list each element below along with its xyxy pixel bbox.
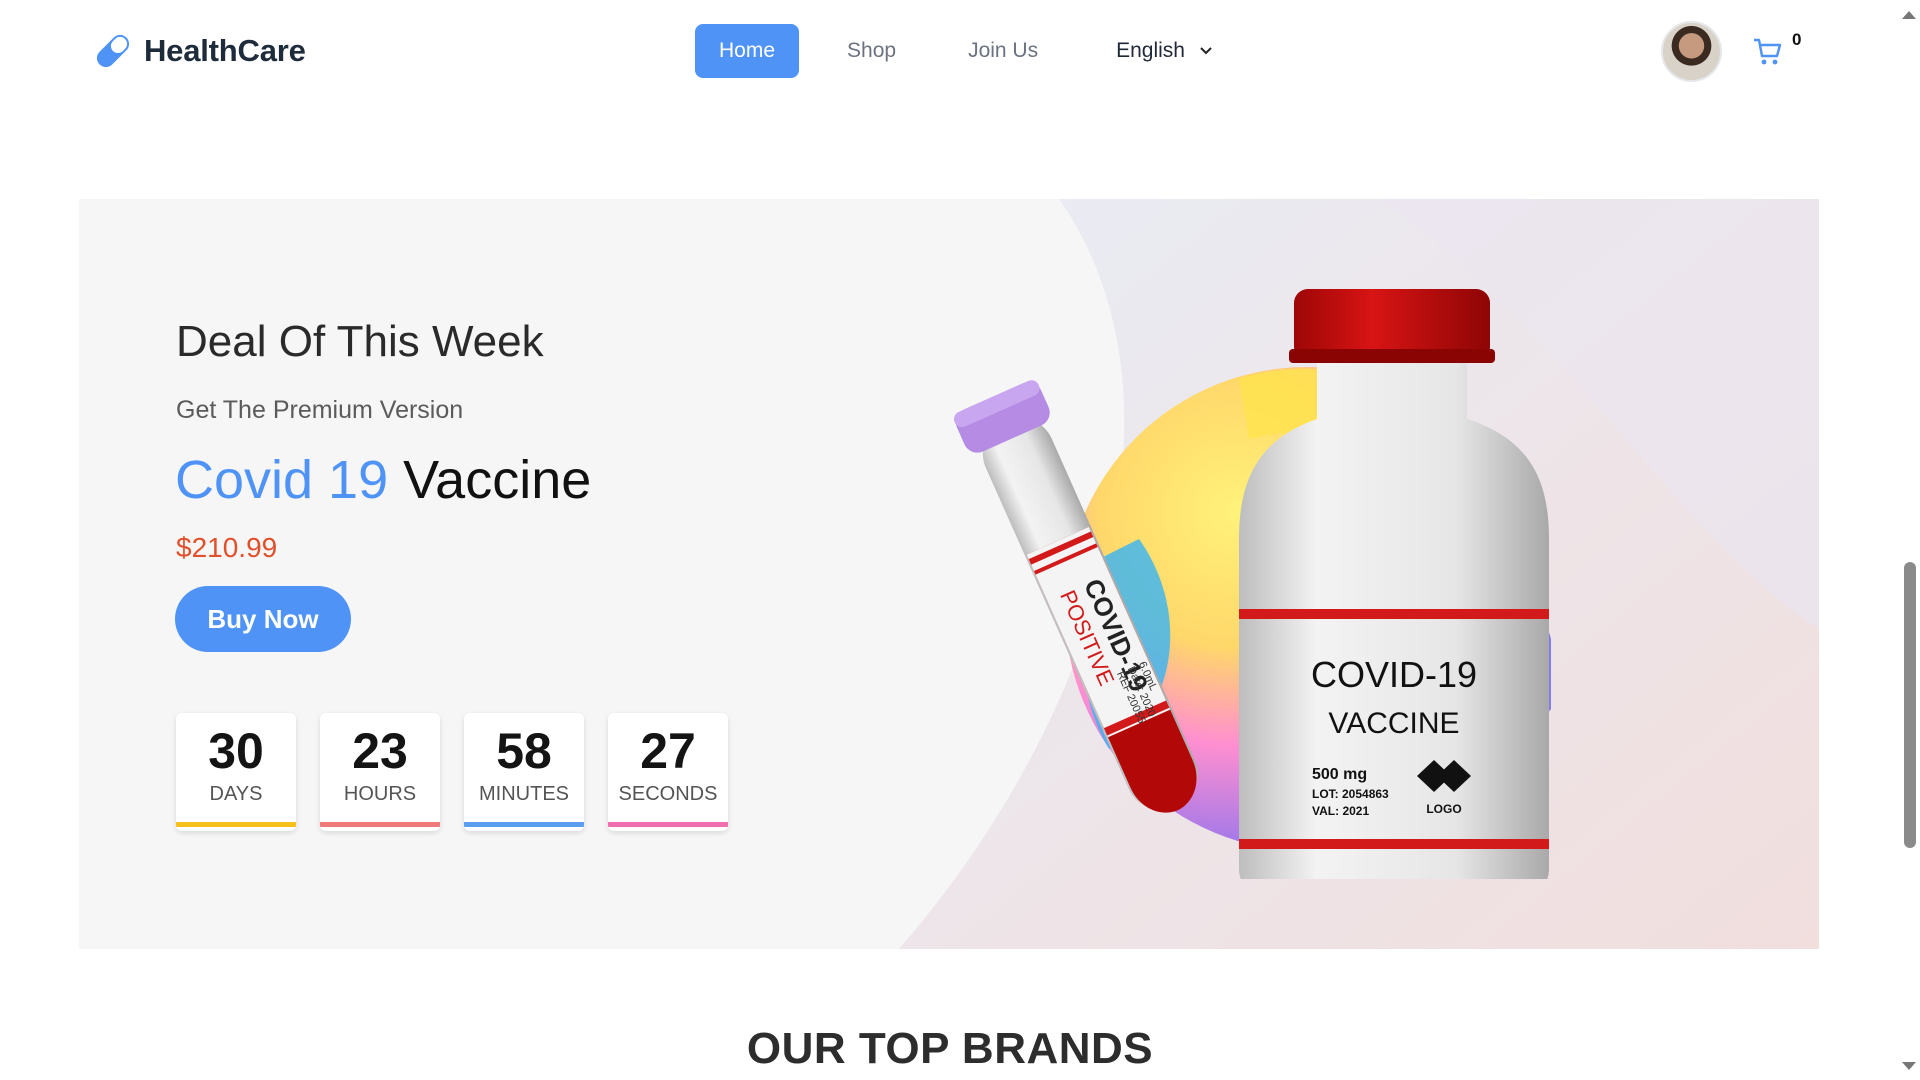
product-name-accent: Covid 19 <box>175 450 389 510</box>
countdown-label: DAYS <box>209 783 263 805</box>
product-name-rest: Vaccine <box>403 450 592 510</box>
main-menu: Home Shop Join Us English <box>695 24 1237 78</box>
vial-title-line2: VACCINE <box>1328 707 1459 740</box>
countdown-underline <box>176 822 296 827</box>
nav-join-us[interactable]: Join Us <box>944 24 1062 78</box>
chevron-down-icon <box>1200 47 1212 55</box>
pill-icon <box>96 34 130 68</box>
section-title-top-brands: OUR TOP BRANDS <box>746 1024 1154 1073</box>
countdown-label: MINUTES <box>479 783 569 805</box>
deal-subtitle: Get The Premium Version <box>176 396 464 424</box>
cart-icon[interactable] <box>1752 36 1784 68</box>
countdown-value: 30 <box>208 723 264 779</box>
countdown-underline <box>320 822 440 827</box>
nav-shop[interactable]: Shop <box>823 24 920 78</box>
countdown-value: 27 <box>640 723 696 779</box>
user-avatar[interactable] <box>1661 21 1722 82</box>
top-navbar: HealthCare Home Shop Join Us English 0 <box>0 0 1900 105</box>
page-scrollbar[interactable] <box>1900 0 1920 1080</box>
cart-count-badge: 0 <box>1792 30 1802 49</box>
deal-hero-banner: Deal Of This Week Get The Premium Versio… <box>79 199 1819 949</box>
vial-lot: LOT: 2054863 <box>1312 787 1389 801</box>
countdown-seconds: 27 SECONDS <box>608 713 728 831</box>
countdown-label: HOURS <box>343 783 417 805</box>
countdown-underline <box>464 822 584 827</box>
buy-now-button[interactable]: Buy Now <box>175 586 351 652</box>
countdown-label: SECONDS <box>618 783 718 805</box>
vial-dose: 500 mg <box>1312 766 1367 783</box>
countdown-minutes: 58 MINUTES <box>464 713 584 831</box>
vial-title-line1: COVID-19 <box>1311 654 1477 695</box>
language-select[interactable]: English <box>1092 24 1237 78</box>
scroll-thumb[interactable] <box>1904 562 1916 848</box>
countdown-value: 23 <box>352 723 408 779</box>
countdown-hours: 23 HOURS <box>320 713 440 831</box>
brand-logo[interactable]: HealthCare <box>90 28 306 74</box>
scroll-up-arrow-icon[interactable] <box>1902 11 1916 19</box>
vaccine-illustration: COVID-19 POSITIVE 6.0mL Date: 2020 REF 2… <box>954 289 1551 879</box>
countdown-value: 58 <box>496 723 552 779</box>
language-label: English <box>1116 39 1185 62</box>
countdown-days: 30 DAYS <box>176 713 296 831</box>
vial-logo-text: LOGO <box>1426 802 1461 816</box>
product-name: Covid 19 Vaccine <box>175 449 591 511</box>
countdown-timer: 30 DAYS 23 HOURS 58 MINUTES 27 SECONDS <box>176 713 728 831</box>
product-price: $210.99 <box>176 532 278 563</box>
brand-name: HealthCare <box>144 33 306 68</box>
nav-home[interactable]: Home <box>695 24 800 78</box>
countdown-underline <box>608 822 728 827</box>
deal-title: Deal Of This Week <box>176 317 544 366</box>
vial-val: VAL: 2021 <box>1312 804 1369 818</box>
scroll-down-arrow-icon[interactable] <box>1902 1062 1916 1070</box>
